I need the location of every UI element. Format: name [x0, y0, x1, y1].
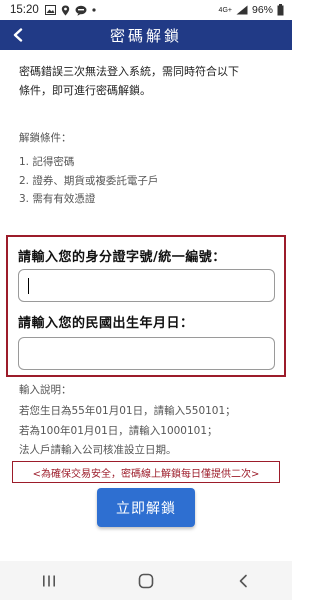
app-bar: 密碼解鎖	[0, 20, 292, 50]
unlock-conditions-heading: 解鎖條件：	[19, 132, 72, 144]
system-back-button[interactable]	[223, 566, 263, 596]
text-cursor	[28, 278, 29, 294]
unlock-form: 請輸入您的身分證字號/統一編號： 請輸入您的民國出生年月日：	[6, 235, 286, 377]
status-time: 15:20	[10, 4, 39, 16]
signal-icon	[236, 5, 248, 15]
input-notes-heading: 輸入說明：	[19, 384, 72, 396]
status-bar: 15:20 4G+ 96%	[0, 0, 292, 20]
line-icon	[75, 5, 87, 16]
intro-line-2: 條件，即可進行密碼解鎖。	[19, 84, 151, 97]
home-icon	[138, 573, 154, 588]
id-number-label: 請輸入您的身分證字號/統一編號：	[18, 250, 226, 265]
birth-date-input[interactable]	[18, 337, 275, 370]
page-title: 密碼解鎖	[109, 26, 182, 45]
image-icon	[44, 5, 56, 15]
battery-percent: 96%	[251, 4, 273, 16]
intro-line-1: 密碼錯誤三次無法登入系統，需同時符合以下	[19, 65, 239, 78]
list-item: 2. 證券、期貨或複委託電子戶	[19, 174, 159, 187]
unlock-conditions-list: 1. 記得密碼 2. 證券、期貨或複委託電子戶 3. 需有有效憑證	[19, 153, 158, 209]
home-button[interactable]	[126, 566, 166, 596]
input-notes-list: 若您生日為55年01月01日，請輸入550101； 若為100年01月01日，請…	[19, 402, 236, 461]
list-item: 若您生日為55年01月01日，請輸入550101；	[19, 405, 236, 417]
location-icon	[61, 5, 70, 16]
unlock-now-button[interactable]: 立即解鎖	[97, 488, 195, 527]
network-type: 4G+	[218, 6, 232, 14]
list-item: 1. 記得密碼	[19, 156, 75, 168]
list-item: 3. 需有有效憑證	[19, 193, 96, 205]
list-item: 若為100年01月01日，請輸入1000101；	[19, 424, 218, 437]
status-right: 4G+ 96%	[219, 4, 284, 16]
id-number-input[interactable]	[18, 269, 275, 302]
recent-apps-button[interactable]	[29, 566, 69, 596]
notification-icons	[44, 5, 96, 16]
system-nav-bar	[0, 561, 292, 600]
birth-date-label: 請輸入您的民國出生年月日：	[18, 316, 194, 331]
back-arrow-icon	[240, 574, 248, 587]
chevron-left-icon	[13, 28, 23, 42]
back-button[interactable]	[8, 25, 28, 45]
recent-apps-icon	[42, 575, 55, 586]
list-item: 法人戶請輸入公司核准設立日期。	[19, 444, 177, 456]
dot-icon	[92, 8, 96, 12]
security-warning: <為確保交易安全，密碼線上解鎖每日僅提供二次>	[12, 461, 280, 483]
intro-text: 密碼錯誤三次無法登入系統，需同時符合以下 條件，即可進行密碼解鎖。	[19, 62, 281, 100]
battery-icon	[277, 4, 284, 16]
